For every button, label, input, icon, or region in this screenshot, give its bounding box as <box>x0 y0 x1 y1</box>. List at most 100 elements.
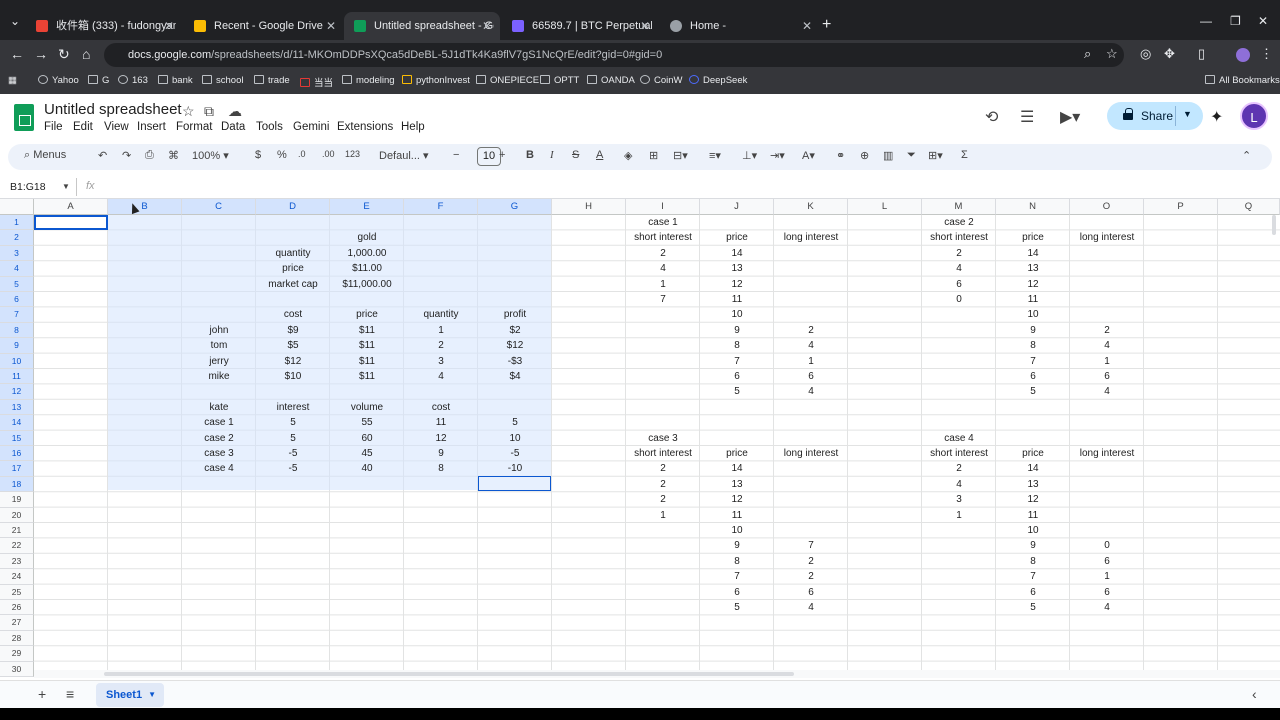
merge-cells-icon[interactable]: ⊟▾ <box>673 149 688 162</box>
cell-o2[interactable]: long interest <box>1070 230 1144 245</box>
cell-j2[interactable]: price <box>700 230 774 245</box>
cell-d9[interactable]: $5 <box>256 338 330 353</box>
cell-k24[interactable]: 2 <box>774 569 848 584</box>
account-avatar[interactable]: L <box>1240 102 1268 130</box>
bookmark-star-icon[interactable]: ☆ <box>1106 46 1118 62</box>
cell-i15[interactable]: case 3 <box>626 431 700 446</box>
browser-tab-mail[interactable]: 收件箱 (333) - fudongyang880 ✕ <box>26 12 182 40</box>
name-box-chevron-down-icon[interactable]: ▼ <box>62 182 70 191</box>
cell-n10[interactable]: 7 <box>996 354 1070 369</box>
bookmark-dangdang[interactable]: 当当 <box>300 75 333 89</box>
cell-g10[interactable]: -$3 <box>478 354 552 369</box>
cell-o11[interactable]: 6 <box>1070 369 1144 384</box>
menu-gemini[interactable]: Gemini <box>293 121 329 133</box>
cell-c9[interactable]: tom <box>182 338 256 353</box>
cell-k16[interactable]: long interest <box>774 446 848 461</box>
cell-o10[interactable]: 1 <box>1070 354 1144 369</box>
window-close-icon[interactable]: ✕ <box>1258 14 1268 28</box>
cell-k2[interactable]: long interest <box>774 230 848 245</box>
cloud-status-icon[interactable]: ☁ <box>228 103 242 120</box>
bookmark-onepiece[interactable]: ONEPIECE <box>476 75 539 86</box>
row-header-16[interactable]: 16 <box>0 446 34 462</box>
cell-j6[interactable]: 11 <box>700 292 774 307</box>
document-title[interactable]: Untitled spreadsheet <box>44 101 182 118</box>
row-header-1[interactable]: 1 <box>0 215 34 231</box>
meet-video-icon[interactable]: ▶▾ <box>1060 107 1080 127</box>
new-tab-plus-icon[interactable]: + <box>822 16 831 34</box>
cell-n5[interactable]: 12 <box>996 277 1070 292</box>
cell-d11[interactable]: $10 <box>256 369 330 384</box>
cell-k25[interactable]: 6 <box>774 585 848 600</box>
bookmark-deepseek[interactable]: DeepSeek <box>689 75 747 86</box>
cell-c8[interactable]: john <box>182 323 256 338</box>
apps-grid-icon[interactable]: ▦ <box>8 75 17 86</box>
cell-k11[interactable]: 6 <box>774 369 848 384</box>
back-arrow-icon[interactable]: ← <box>10 46 24 62</box>
cell-n21[interactable]: 10 <box>996 523 1070 538</box>
cell-j24[interactable]: 7 <box>700 569 774 584</box>
cell-j12[interactable]: 5 <box>700 384 774 399</box>
cell-e13[interactable]: volume <box>330 400 404 415</box>
cell-o12[interactable]: 4 <box>1070 384 1144 399</box>
row-header-7[interactable]: 7 <box>0 307 34 323</box>
decrease-decimal-button[interactable]: .0 <box>298 149 306 159</box>
menu-view[interactable]: View <box>104 121 129 133</box>
row-header-24[interactable]: 24 <box>0 569 34 585</box>
cell-o16[interactable]: long interest <box>1070 446 1144 461</box>
insert-comment-icon[interactable]: ⊕ <box>860 149 869 162</box>
cell-i19[interactable]: 2 <box>626 492 700 507</box>
all-sheets-list-icon[interactable]: ≡ <box>66 686 74 702</box>
tab-search-icon[interactable]: ⌄ <box>10 14 20 28</box>
close-icon[interactable]: ✕ <box>802 12 812 40</box>
bookmark-yahoo[interactable]: Yahoo <box>38 75 79 86</box>
chevron-down-icon[interactable]: ▼ <box>1183 109 1192 119</box>
add-sheet-plus-icon[interactable]: + <box>38 686 46 702</box>
name-box[interactable]: B1:G18 <box>10 181 46 193</box>
cell-f11[interactable]: 4 <box>404 369 478 384</box>
cell-n24[interactable]: 7 <box>996 569 1070 584</box>
cell-n20[interactable]: 11 <box>996 508 1070 523</box>
cell-d13[interactable]: interest <box>256 400 330 415</box>
cell-n22[interactable]: 9 <box>996 538 1070 553</box>
cell-g15[interactable]: 10 <box>478 431 552 446</box>
menu-insert[interactable]: Insert <box>137 121 166 133</box>
cell-m16[interactable]: short interest <box>922 446 996 461</box>
column-header-h[interactable]: H <box>552 199 626 215</box>
column-header-b[interactable]: B <box>108 199 182 215</box>
column-header-d[interactable]: D <box>256 199 330 215</box>
font-size-decrease-icon[interactable]: − <box>453 149 459 161</box>
column-header-g[interactable]: G <box>478 199 552 215</box>
bookmark-bank[interactable]: bank <box>158 75 193 86</box>
zoom-icon[interactable]: ⌕ <box>1084 46 1091 62</box>
cell-g17[interactable]: -10 <box>478 461 552 476</box>
cell-j5[interactable]: 12 <box>700 277 774 292</box>
close-icon[interactable]: ✕ <box>640 12 650 40</box>
cell-n9[interactable]: 8 <box>996 338 1070 353</box>
fill-color-icon[interactable]: ◈ <box>624 149 632 162</box>
bookmark-oanda[interactable]: OANDA <box>587 75 635 86</box>
cell-e17[interactable]: 40 <box>330 461 404 476</box>
increase-decimal-button[interactable]: .00 <box>322 149 335 159</box>
menu-extensions[interactable]: Extensions <box>337 121 393 133</box>
row-header-30[interactable]: 30 <box>0 661 34 677</box>
cell-j17[interactable]: 14 <box>700 461 774 476</box>
cell-j23[interactable]: 8 <box>700 554 774 569</box>
cell-o26[interactable]: 4 <box>1070 600 1144 615</box>
cell-m4[interactable]: 4 <box>922 261 996 276</box>
cell-n7[interactable]: 10 <box>996 307 1070 322</box>
menu-data[interactable]: Data <box>221 121 245 133</box>
chevron-down-icon[interactable]: ▼ <box>148 683 156 707</box>
cell-i4[interactable]: 4 <box>626 261 700 276</box>
cell-c15[interactable]: case 2 <box>182 431 256 446</box>
cell-f7[interactable]: quantity <box>404 307 478 322</box>
cell-i1[interactable]: case 1 <box>626 215 700 230</box>
cell-n12[interactable]: 5 <box>996 384 1070 399</box>
link-icon[interactable]: ⚭ <box>836 149 845 162</box>
share-button[interactable]: Share ▼ <box>1107 102 1203 130</box>
browser-tab-drive[interactable]: Recent - Google Drive ✕ <box>184 12 344 40</box>
column-header-c[interactable]: C <box>182 199 256 215</box>
cell-e15[interactable]: 60 <box>330 431 404 446</box>
cell-o8[interactable]: 2 <box>1070 323 1144 338</box>
cell-c11[interactable]: mike <box>182 369 256 384</box>
strikethrough-button[interactable]: S <box>572 149 579 161</box>
